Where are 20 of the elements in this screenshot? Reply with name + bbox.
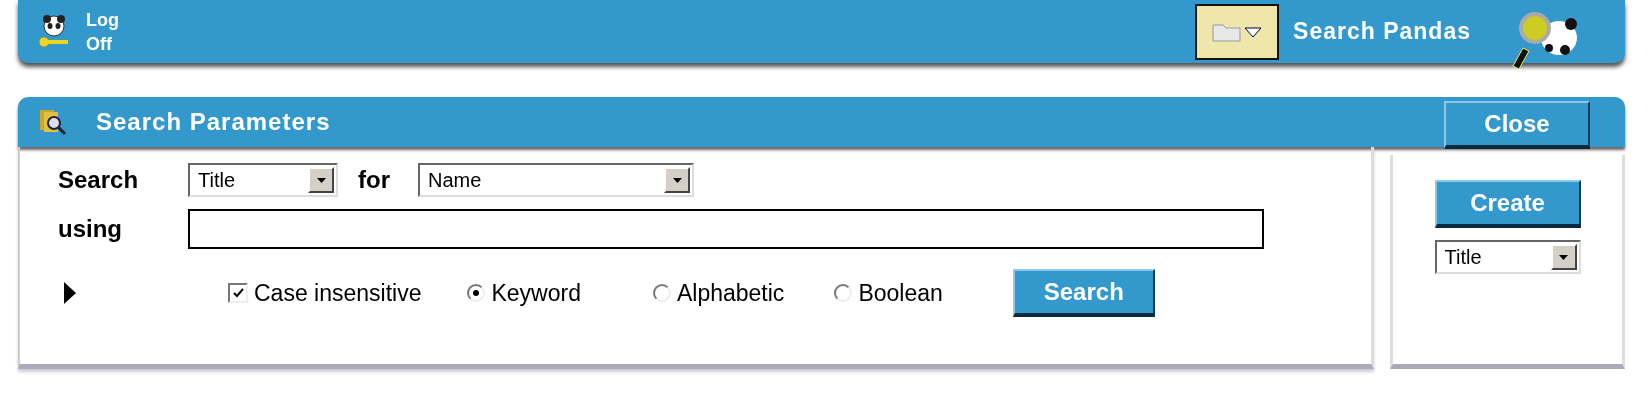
check-icon bbox=[231, 286, 245, 300]
sort-dropdown[interactable]: Title bbox=[1434, 240, 1581, 274]
field-dropdown[interactable]: Title bbox=[188, 163, 338, 197]
expand-arrow-icon[interactable] bbox=[62, 280, 78, 306]
caret-icon bbox=[1559, 254, 1568, 260]
search-input-field[interactable] bbox=[188, 209, 1264, 249]
search-mode-radio[interactable]: Alphabetic bbox=[652, 279, 785, 307]
caret-icon bbox=[316, 177, 326, 183]
folder-dropdown-button[interactable] bbox=[1195, 3, 1280, 60]
for-label: for bbox=[358, 166, 390, 194]
panel-title: Search Parameters bbox=[96, 108, 331, 136]
folder-search-icon bbox=[38, 108, 68, 136]
search-mode-radio[interactable]: Keyword bbox=[467, 279, 581, 307]
search-label: Search bbox=[58, 166, 140, 194]
caret-icon bbox=[672, 177, 682, 183]
search-pandas-title: Search Pandas bbox=[1293, 18, 1471, 45]
value-dropdown[interactable]: Name bbox=[418, 163, 694, 197]
using-label: using bbox=[58, 215, 123, 243]
search-mode-radio[interactable]: Boolean bbox=[834, 279, 943, 307]
case-insensitive-checkbox[interactable]: Case insensitive bbox=[228, 279, 422, 307]
